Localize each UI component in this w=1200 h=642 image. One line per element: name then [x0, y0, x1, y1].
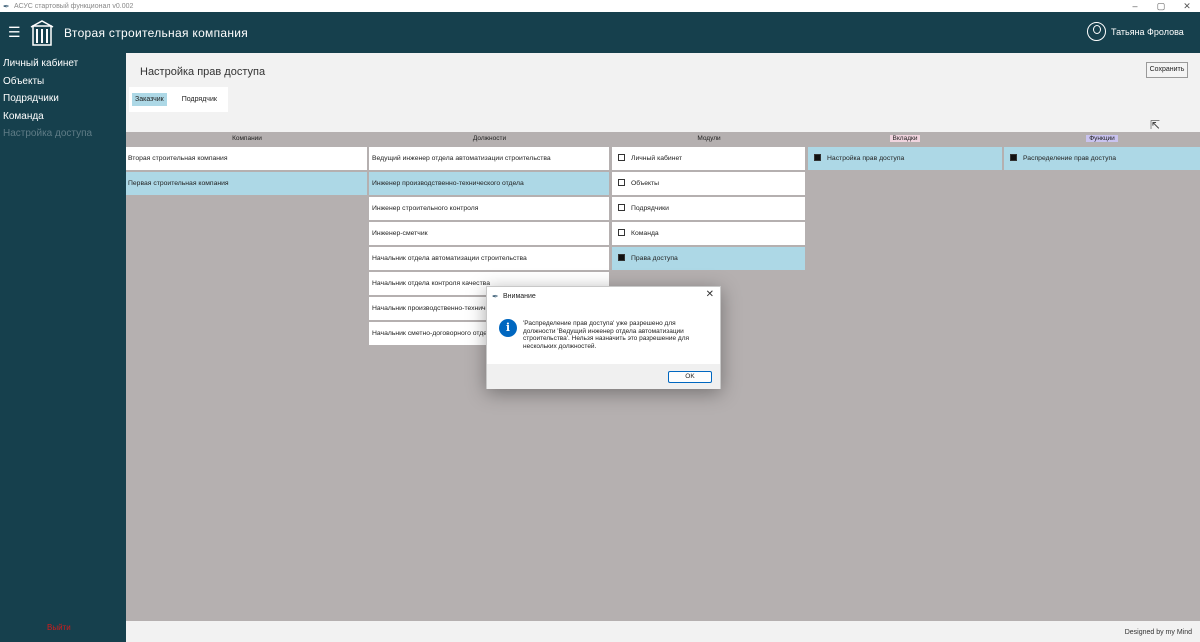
- sidebar-item-team[interactable]: Команда: [0, 108, 126, 126]
- column-header-modules: Модули: [697, 135, 721, 142]
- module-row[interactable]: Объекты: [612, 172, 805, 195]
- sidebar-item-objects[interactable]: Объекты: [0, 73, 126, 91]
- sidebar-item-contractors[interactable]: Подрядчики: [0, 90, 126, 108]
- position-row[interactable]: Инженер строительного контроля: [369, 197, 609, 220]
- dialog-close-button[interactable]: ✕: [706, 289, 714, 300]
- dialog-title: Внимание: [503, 293, 536, 300]
- save-button[interactable]: Сохранить: [1146, 62, 1188, 78]
- checkbox-icon[interactable]: [618, 204, 625, 211]
- company-name: Вторая строительная компания: [64, 26, 249, 40]
- sidebar-item-access-settings[interactable]: Настройка доступа: [0, 125, 126, 143]
- window-title: АСУС стартовый функционал v0.002: [14, 2, 134, 10]
- app-header: ☰ Вторая строительная компания Татьяна Ф…: [0, 12, 1200, 53]
- module-row[interactable]: Личный кабинет: [612, 147, 805, 170]
- checkbox-icon[interactable]: [618, 229, 625, 236]
- warning-dialog: ✒ Внимание ✕ i 'Распределение прав досту…: [486, 286, 721, 389]
- checkbox-checked-icon[interactable]: [1010, 154, 1017, 161]
- module-row[interactable]: Команда: [612, 222, 805, 245]
- dialog-footer: OK: [487, 364, 720, 389]
- position-row[interactable]: Инженер-сметчик: [369, 222, 609, 245]
- feather-app-icon: ✒: [492, 292, 499, 301]
- ok-button[interactable]: OK: [668, 371, 712, 383]
- sidebar-item-cabinet[interactable]: Личный кабинет: [0, 55, 126, 73]
- checkbox-icon[interactable]: [618, 179, 625, 186]
- company-row[interactable]: Вторая строительная компания: [126, 147, 367, 170]
- feather-app-icon: ✒: [3, 1, 10, 11]
- menu-icon[interactable]: ☰: [8, 24, 21, 40]
- toolbar: Настройка прав доступа Сохранить Заказчи…: [126, 53, 1200, 132]
- column-header-functions: Функции: [1004, 134, 1200, 144]
- tab-permission-row[interactable]: Настройка прав доступа: [808, 147, 1002, 170]
- window-titlebar: ✒ АСУС стартовый функционал v0.002 – ▢ ✕: [0, 0, 1200, 12]
- column-header-companies: Компании: [232, 135, 262, 142]
- company-row[interactable]: Первая строительная компания: [126, 172, 367, 195]
- tab-contractor[interactable]: Подрядчик: [179, 93, 220, 106]
- checkbox-icon[interactable]: [618, 154, 625, 161]
- checkbox-checked-icon[interactable]: [618, 254, 625, 261]
- mouse-cursor-icon: ⇱: [1150, 118, 1161, 132]
- page-title: Настройка прав доступа: [140, 66, 266, 78]
- info-icon: i: [499, 319, 517, 337]
- minimize-button[interactable]: –: [1122, 0, 1148, 12]
- role-tabs: Заказчик Подрядчик: [129, 87, 228, 112]
- sidebar: Личный кабинет Объекты Подрядчики Команд…: [0, 53, 126, 642]
- position-row[interactable]: Ведущий инженер отдела автоматизации стр…: [369, 147, 609, 170]
- close-window-button[interactable]: ✕: [1174, 0, 1200, 12]
- module-row[interactable]: Подрядчики: [612, 197, 805, 220]
- checkbox-checked-icon[interactable]: [814, 154, 821, 161]
- building-logo-icon: [30, 20, 54, 46]
- column-header-tabs: Вкладки: [808, 134, 1002, 144]
- function-row[interactable]: Распределение прав доступа: [1004, 147, 1200, 170]
- designed-by: Designed by my Mind: [1124, 629, 1192, 636]
- dialog-message: 'Распределение прав доступа' уже разреше…: [523, 320, 690, 350]
- window-controls: – ▢ ✕: [1122, 0, 1200, 12]
- tab-customer[interactable]: Заказчик: [132, 93, 167, 106]
- exit-button[interactable]: Выйти: [47, 623, 71, 632]
- module-row[interactable]: Права доступа: [612, 247, 805, 270]
- column-header-positions: Должности: [472, 135, 507, 142]
- user-name[interactable]: Татьяна Фролова: [1111, 27, 1184, 37]
- footer: Designed by my Mind: [126, 621, 1200, 642]
- position-row[interactable]: Начальник отдела автоматизации строитель…: [369, 247, 609, 270]
- user-avatar-icon[interactable]: [1087, 22, 1106, 41]
- dialog-titlebar: ✒ Внимание: [487, 287, 720, 306]
- maximize-button[interactable]: ▢: [1148, 0, 1174, 12]
- position-row[interactable]: Инженер производственно-технического отд…: [369, 172, 609, 195]
